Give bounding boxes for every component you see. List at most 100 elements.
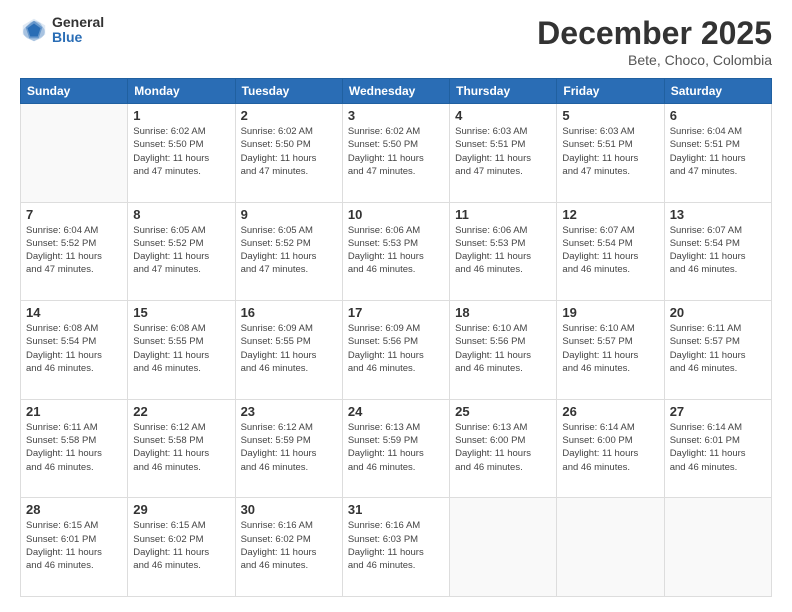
col-thursday: Thursday	[450, 79, 557, 104]
table-row: 11Sunrise: 6:06 AMSunset: 5:53 PMDayligh…	[450, 202, 557, 301]
day-number: 10	[348, 207, 444, 222]
day-info: Sunrise: 6:08 AMSunset: 5:55 PMDaylight:…	[133, 322, 229, 375]
day-info: Sunrise: 6:14 AMSunset: 6:01 PMDaylight:…	[670, 421, 766, 474]
day-info: Sunrise: 6:10 AMSunset: 5:57 PMDaylight:…	[562, 322, 658, 375]
day-number: 5	[562, 108, 658, 123]
day-number: 22	[133, 404, 229, 419]
day-info: Sunrise: 6:06 AMSunset: 5:53 PMDaylight:…	[455, 224, 551, 277]
table-row	[21, 104, 128, 203]
table-row: 10 Sunrise: 6:06 AMSunset: 5:53 PMDayligh…	[342, 202, 449, 301]
table-row: 16 Sunrise: 6:09 AMSunset: 5:55 PMDayligh…	[235, 301, 342, 400]
day-info: Sunrise: 6:08 AMSunset: 5:54 PMDaylight:…	[26, 322, 122, 375]
calendar-week-1: 7 Sunrise: 6:04 AMSunset: 5:52 PMDaylight…	[21, 202, 772, 301]
logo: General Blue	[20, 15, 104, 46]
day-info: Sunrise: 6:05 AMSunset: 5:52 PMDaylight:…	[133, 224, 229, 277]
location-title: Bete, Choco, Colombia	[537, 52, 772, 68]
table-row: 12Sunrise: 6:07 AMSunset: 5:54 PMDayligh…	[557, 202, 664, 301]
table-row: 27Sunrise: 6:14 AMSunset: 6:01 PMDayligh…	[664, 399, 771, 498]
day-info: Sunrise: 6:04 AMSunset: 5:52 PMDaylight:…	[26, 224, 122, 277]
table-row: 15 Sunrise: 6:08 AMSunset: 5:55 PMDayligh…	[128, 301, 235, 400]
calendar-week-3: 21Sunrise: 6:11 AMSunset: 5:58 PMDayligh…	[21, 399, 772, 498]
logo-blue-text: Blue	[52, 30, 104, 45]
day-number: 16	[241, 305, 337, 320]
table-row: 23 Sunrise: 6:12 AMSunset: 5:59 PMDayligh…	[235, 399, 342, 498]
table-row	[664, 498, 771, 597]
logo-icon	[20, 16, 48, 44]
table-row: 22 Sunrise: 6:12 AMSunset: 5:58 PMDayligh…	[128, 399, 235, 498]
col-saturday: Saturday	[664, 79, 771, 104]
day-info: Sunrise: 6:10 AMSunset: 5:56 PMDaylight:…	[455, 322, 551, 375]
day-info: Sunrise: 6:15 AMSunset: 6:02 PMDaylight:…	[133, 519, 229, 572]
day-number: 6	[670, 108, 766, 123]
day-number: 7	[26, 207, 122, 222]
day-number: 18	[455, 305, 551, 320]
day-info: Sunrise: 6:02 AMSunset: 5:50 PMDaylight:…	[348, 125, 444, 178]
day-number: 23	[241, 404, 337, 419]
calendar-header-row: Sunday Monday Tuesday Wednesday Thursday…	[21, 79, 772, 104]
table-row: 13Sunrise: 6:07 AMSunset: 5:54 PMDayligh…	[664, 202, 771, 301]
day-info: Sunrise: 6:09 AMSunset: 5:55 PMDaylight:…	[241, 322, 337, 375]
day-number: 24	[348, 404, 444, 419]
day-number: 14	[26, 305, 122, 320]
calendar-table: Sunday Monday Tuesday Wednesday Thursday…	[20, 78, 772, 597]
table-row: 5 Sunrise: 6:03 AMSunset: 5:51 PMDaylight…	[557, 104, 664, 203]
day-info: Sunrise: 6:11 AMSunset: 5:57 PMDaylight:…	[670, 322, 766, 375]
day-number: 3	[348, 108, 444, 123]
day-info: Sunrise: 6:06 AMSunset: 5:53 PMDaylight:…	[348, 224, 444, 277]
table-row	[557, 498, 664, 597]
day-number: 28	[26, 502, 122, 517]
day-number: 8	[133, 207, 229, 222]
col-wednesday: Wednesday	[342, 79, 449, 104]
day-info: Sunrise: 6:14 AMSunset: 6:00 PMDaylight:…	[562, 421, 658, 474]
day-info: Sunrise: 6:05 AMSunset: 5:52 PMDaylight:…	[241, 224, 337, 277]
table-row	[450, 498, 557, 597]
col-tuesday: Tuesday	[235, 79, 342, 104]
calendar-week-0: 1 Sunrise: 6:02 AMSunset: 5:50 PMDaylight…	[21, 104, 772, 203]
table-row: 26 Sunrise: 6:14 AMSunset: 6:00 PMDayligh…	[557, 399, 664, 498]
header: General Blue December 2025 Bete, Choco, …	[20, 15, 772, 68]
day-info: Sunrise: 6:12 AMSunset: 5:59 PMDaylight:…	[241, 421, 337, 474]
day-info: Sunrise: 6:03 AMSunset: 5:51 PMDaylight:…	[562, 125, 658, 178]
day-number: 17	[348, 305, 444, 320]
table-row: 24Sunrise: 6:13 AMSunset: 5:59 PMDayligh…	[342, 399, 449, 498]
day-number: 29	[133, 502, 229, 517]
table-row: 25Sunrise: 6:13 AMSunset: 6:00 PMDayligh…	[450, 399, 557, 498]
day-number: 19	[562, 305, 658, 320]
day-number: 31	[348, 502, 444, 517]
table-row: 3 Sunrise: 6:02 AMSunset: 5:50 PMDaylight…	[342, 104, 449, 203]
day-info: Sunrise: 6:16 AMSunset: 6:03 PMDaylight:…	[348, 519, 444, 572]
table-row: 29 Sunrise: 6:15 AMSunset: 6:02 PMDayligh…	[128, 498, 235, 597]
day-number: 21	[26, 404, 122, 419]
day-number: 15	[133, 305, 229, 320]
page: General Blue December 2025 Bete, Choco, …	[0, 0, 792, 612]
day-info: Sunrise: 6:16 AMSunset: 6:02 PMDaylight:…	[241, 519, 337, 572]
day-number: 1	[133, 108, 229, 123]
day-info: Sunrise: 6:04 AMSunset: 5:51 PMDaylight:…	[670, 125, 766, 178]
table-row: 18 Sunrise: 6:10 AMSunset: 5:56 PMDayligh…	[450, 301, 557, 400]
day-info: Sunrise: 6:02 AMSunset: 5:50 PMDaylight:…	[241, 125, 337, 178]
calendar-week-4: 28 Sunrise: 6:15 AMSunset: 6:01 PMDayligh…	[21, 498, 772, 597]
table-row: 30 Sunrise: 6:16 AMSunset: 6:02 PMDayligh…	[235, 498, 342, 597]
day-number: 12	[562, 207, 658, 222]
day-info: Sunrise: 6:02 AMSunset: 5:50 PMDaylight:…	[133, 125, 229, 178]
day-info: Sunrise: 6:12 AMSunset: 5:58 PMDaylight:…	[133, 421, 229, 474]
day-number: 30	[241, 502, 337, 517]
table-row: 1 Sunrise: 6:02 AMSunset: 5:50 PMDaylight…	[128, 104, 235, 203]
col-sunday: Sunday	[21, 79, 128, 104]
col-friday: Friday	[557, 79, 664, 104]
day-info: Sunrise: 6:07 AMSunset: 5:54 PMDaylight:…	[670, 224, 766, 277]
table-row: 14 Sunrise: 6:08 AMSunset: 5:54 PMDayligh…	[21, 301, 128, 400]
day-number: 25	[455, 404, 551, 419]
table-row: 4Sunrise: 6:03 AMSunset: 5:51 PMDaylight…	[450, 104, 557, 203]
day-info: Sunrise: 6:15 AMSunset: 6:01 PMDaylight:…	[26, 519, 122, 572]
day-number: 20	[670, 305, 766, 320]
calendar-week-2: 14 Sunrise: 6:08 AMSunset: 5:54 PMDayligh…	[21, 301, 772, 400]
title-section: December 2025 Bete, Choco, Colombia	[537, 15, 772, 68]
table-row: 31 Sunrise: 6:16 AMSunset: 6:03 PMDayligh…	[342, 498, 449, 597]
day-info: Sunrise: 6:09 AMSunset: 5:56 PMDaylight:…	[348, 322, 444, 375]
table-row: 8 Sunrise: 6:05 AMSunset: 5:52 PMDaylight…	[128, 202, 235, 301]
day-number: 2	[241, 108, 337, 123]
month-title: December 2025	[537, 15, 772, 52]
day-number: 26	[562, 404, 658, 419]
table-row: 20 Sunrise: 6:11 AMSunset: 5:57 PMDayligh…	[664, 301, 771, 400]
